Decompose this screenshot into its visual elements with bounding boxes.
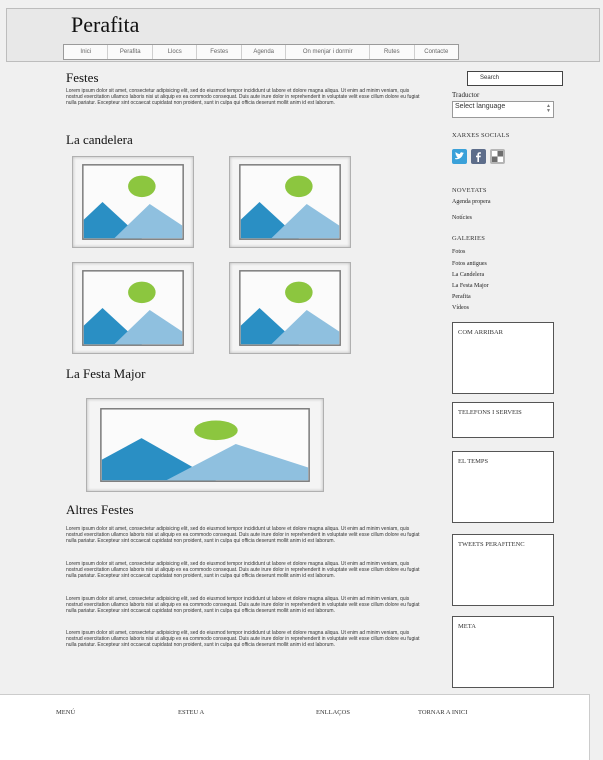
image-icon bbox=[82, 270, 184, 346]
widget-el-temps: EL TEMPS bbox=[452, 451, 554, 523]
nav-item-llocs[interactable]: Llocs bbox=[153, 45, 198, 59]
nav-item-contacte[interactable]: Contacte bbox=[415, 45, 458, 59]
facebook-icon[interactable] bbox=[471, 149, 486, 164]
image-icon bbox=[100, 408, 310, 482]
nav-item-rutes[interactable]: Rutes bbox=[370, 45, 415, 59]
widget-title: TWEETS PERAFITENC bbox=[458, 541, 525, 548]
social-heading: XARXES SOCIALS bbox=[452, 132, 510, 139]
widget-title: COM ARRIBAR bbox=[458, 329, 503, 336]
image-placeholder[interactable] bbox=[229, 262, 351, 354]
footer-enllacos[interactable]: ENLLAÇOS bbox=[316, 709, 350, 716]
body-paragraph: Lorem ipsum dolor sit amet, consectetur … bbox=[66, 596, 420, 614]
delicious-icon[interactable] bbox=[490, 149, 505, 164]
widget-title: TELEFONS I SERVEIS bbox=[458, 409, 522, 416]
language-select-value: Select language bbox=[455, 103, 506, 110]
nav-item-perafita[interactable]: Perafita bbox=[108, 45, 153, 59]
galleries-heading: GALERIES bbox=[452, 235, 486, 242]
body-paragraph: Lorem ipsum dolor sit amet, consectetur … bbox=[66, 561, 420, 579]
image-placeholder[interactable] bbox=[229, 156, 351, 248]
site-header: Perafita Inici Perafita Llocs Festes Age… bbox=[6, 8, 600, 62]
search-input[interactable]: Search bbox=[467, 71, 563, 86]
footer-esteu-a: ESTEU A bbox=[178, 709, 205, 716]
translator-label: Traductor bbox=[452, 91, 480, 99]
nav-item-on-menjar[interactable]: On menjar i dormir bbox=[286, 45, 371, 59]
gallery-link-festa-major[interactable]: La Festa Major bbox=[452, 283, 489, 289]
widget-tweets: TWEETS PERAFITENC bbox=[452, 534, 554, 606]
footer-menu[interactable]: MENÚ bbox=[56, 709, 75, 716]
intro-text: Lorem ipsum dolor sit amet, consectetur … bbox=[66, 88, 420, 106]
news-heading: NOVETATS bbox=[452, 187, 487, 194]
select-arrows-icon: ▲ ▼ bbox=[546, 103, 551, 114]
site-footer: MENÚ ESTEU A ENLLAÇOS TORNAR A INICI bbox=[0, 694, 590, 760]
image-placeholder[interactable] bbox=[72, 262, 194, 354]
gallery-link-candelera[interactable]: La Candelera bbox=[452, 272, 484, 278]
news-link-agenda[interactable]: Agenda propera bbox=[452, 199, 490, 205]
nav-item-inici[interactable]: Inici bbox=[64, 45, 109, 59]
nav-item-agenda[interactable]: Agenda bbox=[242, 45, 287, 59]
section-heading-altres-festes: Altres Festes bbox=[66, 502, 134, 517]
main-nav: Inici Perafita Llocs Festes Agenda On me… bbox=[63, 44, 459, 60]
language-select[interactable]: Select language ▲ ▼ bbox=[452, 101, 554, 118]
footer-tornar-inici[interactable]: TORNAR A INICI bbox=[418, 709, 467, 716]
site-logo[interactable]: Perafita bbox=[71, 12, 139, 38]
widget-telefons: TELEFONS I SERVEIS bbox=[452, 402, 554, 438]
image-placeholder-wide[interactable] bbox=[86, 398, 324, 492]
gallery-link-fotos[interactable]: Fotos bbox=[452, 249, 465, 255]
widget-com-arribar: COM ARRIBAR bbox=[452, 322, 554, 394]
gallery-link-perafita[interactable]: Perafita bbox=[452, 294, 471, 300]
section-heading-festa-major: La Festa Major bbox=[66, 366, 146, 381]
widget-title: EL TEMPS bbox=[458, 458, 489, 465]
news-link-noticies[interactable]: Notícies bbox=[452, 215, 472, 221]
gallery-link-videos[interactable]: Vídeos bbox=[452, 305, 469, 311]
page-title: Festes bbox=[66, 70, 99, 85]
body-paragraph: Lorem ipsum dolor sit amet, consectetur … bbox=[66, 526, 420, 544]
page: Perafita Inici Perafita Llocs Festes Age… bbox=[0, 0, 603, 760]
body-paragraph: Lorem ipsum dolor sit amet, consectetur … bbox=[66, 630, 420, 648]
widget-title: META bbox=[458, 623, 476, 630]
image-icon bbox=[239, 270, 341, 346]
image-placeholder[interactable] bbox=[72, 156, 194, 248]
nav-item-festes[interactable]: Festes bbox=[197, 45, 242, 59]
widget-meta: META bbox=[452, 616, 554, 688]
image-icon bbox=[239, 164, 341, 240]
twitter-icon[interactable] bbox=[452, 149, 467, 164]
gallery-link-fotos-antigues[interactable]: Fotos antigues bbox=[452, 261, 487, 267]
image-icon bbox=[82, 164, 184, 240]
section-heading-candelera: La candelera bbox=[66, 132, 133, 147]
